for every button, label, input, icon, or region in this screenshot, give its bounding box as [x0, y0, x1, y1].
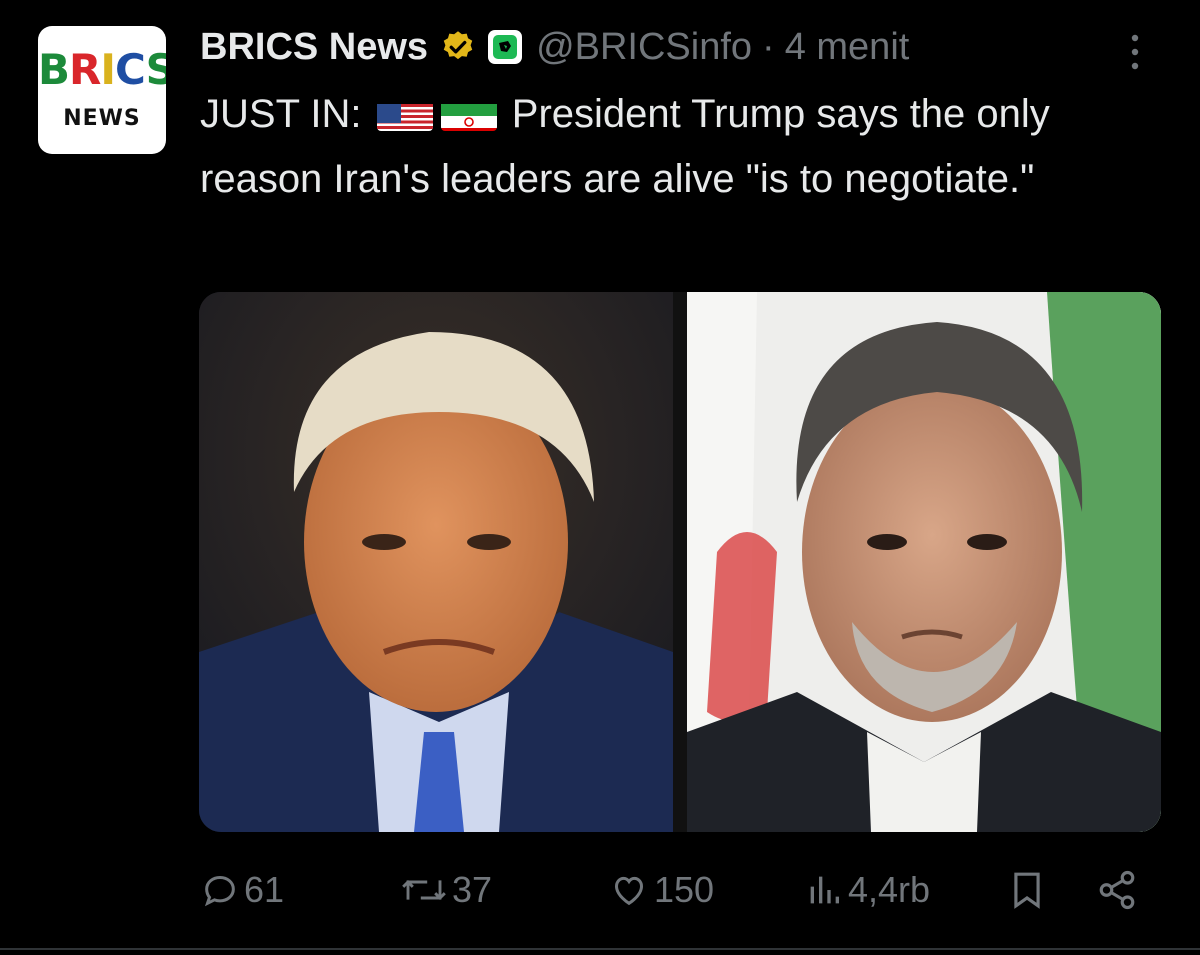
repost-icon	[402, 879, 446, 901]
tweet-divider	[0, 948, 1200, 950]
timestamp[interactable]: 4 menit	[785, 26, 910, 69]
tweet[interactable]: BRICS NEWS BRICS News @BRICSinfo · 4 men…	[0, 0, 1200, 955]
iran-flag-icon	[440, 95, 497, 131]
heart-icon	[614, 876, 644, 906]
us-flag-icon	[376, 95, 433, 131]
reply-button[interactable]: 61	[200, 860, 284, 920]
action-bar: 61 37 150 4,4rb	[200, 860, 1150, 920]
user-handle[interactable]: @BRICSinfo	[536, 26, 752, 69]
media-grid[interactable]	[199, 292, 1161, 832]
tweet-text: JUST IN: President Trump says the only r…	[200, 82, 1140, 212]
bookmark-button[interactable]	[1008, 860, 1046, 920]
repost-count: 37	[452, 869, 493, 910]
gold-verified-badge-icon[interactable]	[440, 29, 476, 65]
views-count: 4,4rb	[848, 869, 931, 910]
avatar-brics-logo: BRICS	[38, 45, 166, 94]
separator-dot: ·	[762, 25, 775, 68]
affiliate-badge-icon[interactable]	[488, 30, 523, 64]
bookmark-icon	[1014, 872, 1040, 909]
photo-left[interactable]	[199, 292, 673, 832]
like-button[interactable]: 150	[608, 860, 714, 920]
avatar-news-label: NEWS	[63, 106, 141, 131]
tweet-prefix: JUST IN:	[200, 92, 362, 136]
reply-count: 61	[244, 869, 285, 910]
avatar[interactable]: BRICS NEWS	[38, 26, 166, 154]
reply-icon	[204, 875, 235, 907]
like-count: 150	[654, 869, 715, 910]
views-button[interactable]: 4,4rb	[804, 860, 930, 920]
display-name[interactable]: BRICS News	[200, 26, 428, 69]
share-button[interactable]	[1096, 860, 1138, 920]
tweet-header: BRICS News @BRICSinfo · 4 menit	[200, 22, 909, 72]
repost-button[interactable]: 37	[400, 860, 492, 920]
views-chart-icon	[810, 876, 839, 904]
photo-right[interactable]	[687, 292, 1161, 832]
share-icon	[1099, 870, 1135, 910]
more-options-icon[interactable]	[1124, 30, 1146, 74]
